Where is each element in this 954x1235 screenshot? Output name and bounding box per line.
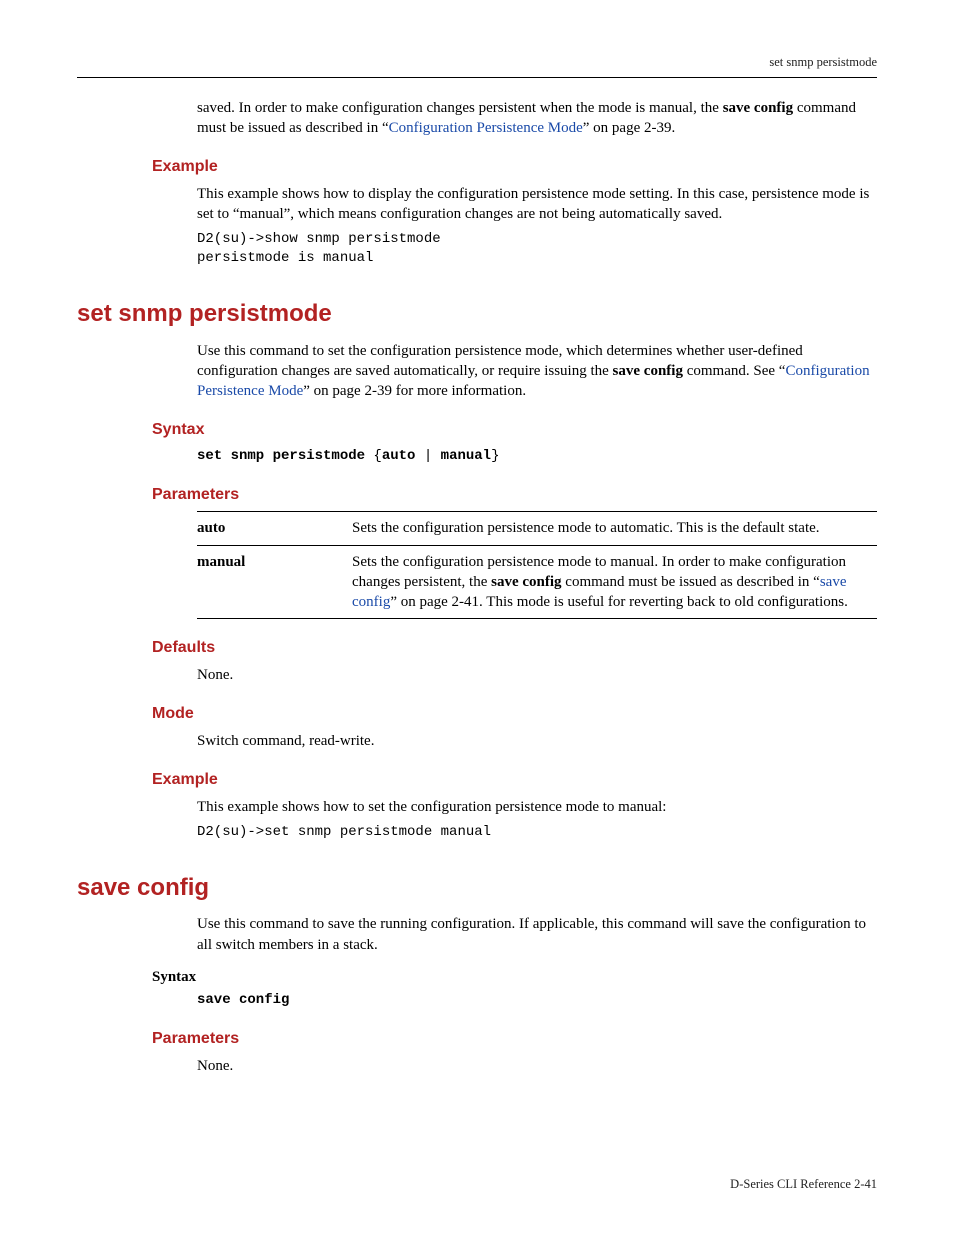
cmd1-description: Use this command to set the configuratio… [197,341,877,402]
cmd2-description: Use this command to save the running con… [197,914,877,955]
footer-text: D-Series CLI Reference 2-41 [730,1177,877,1191]
cmd1-example-text: This example shows how to set the config… [197,797,877,817]
heading-set-snmp-persistmode: set snmp persistmode [77,298,877,330]
cmd1-mode-text: Switch command, read-write. [197,731,877,751]
heading-example: Example [152,156,877,178]
heading-example-2: Example [152,769,877,791]
running-header: set snmp persistmode [77,54,877,78]
intro-paragraph: saved. In order to make configuration ch… [197,98,877,139]
link-config-persistence-mode[interactable]: Configuration Persistence Mode [389,120,583,136]
param-desc: Sets the configuration persistence mode … [352,512,877,545]
example1-text: This example shows how to display the co… [197,184,877,225]
heading-mode: Mode [152,703,877,725]
example1-code: D2(su)->show snmp persistmode persistmod… [197,230,877,268]
heading-syntax: Syntax [152,419,877,441]
cmd2-syntax: save config [197,991,877,1010]
table-row: manual Sets the configuration persistenc… [197,545,877,619]
table-row: auto Sets the configuration persistence … [197,512,877,545]
heading-defaults: Defaults [152,637,877,659]
cmd1-params-table-wrap: auto Sets the configuration persistence … [197,511,877,619]
cmd1-params-table: auto Sets the configuration persistence … [197,511,877,619]
cmd2-parameters-text: None. [197,1056,877,1076]
heading-syntax-2: Syntax [152,967,877,987]
page-footer: D-Series CLI Reference 2-41 [730,1176,877,1193]
param-name: auto [197,512,352,545]
cmd1-syntax: set snmp persistmode {auto | manual} [197,447,877,466]
heading-parameters: Parameters [152,484,877,506]
param-desc: Sets the configuration persistence mode … [352,545,877,619]
cmd1-defaults-text: None. [197,665,877,685]
heading-parameters-2: Parameters [152,1028,877,1050]
param-name: manual [197,545,352,619]
cmd1-example-code: D2(su)->set snmp persistmode manual [197,823,877,842]
heading-save-config: save config [77,872,877,904]
running-title: set snmp persistmode [769,55,877,69]
